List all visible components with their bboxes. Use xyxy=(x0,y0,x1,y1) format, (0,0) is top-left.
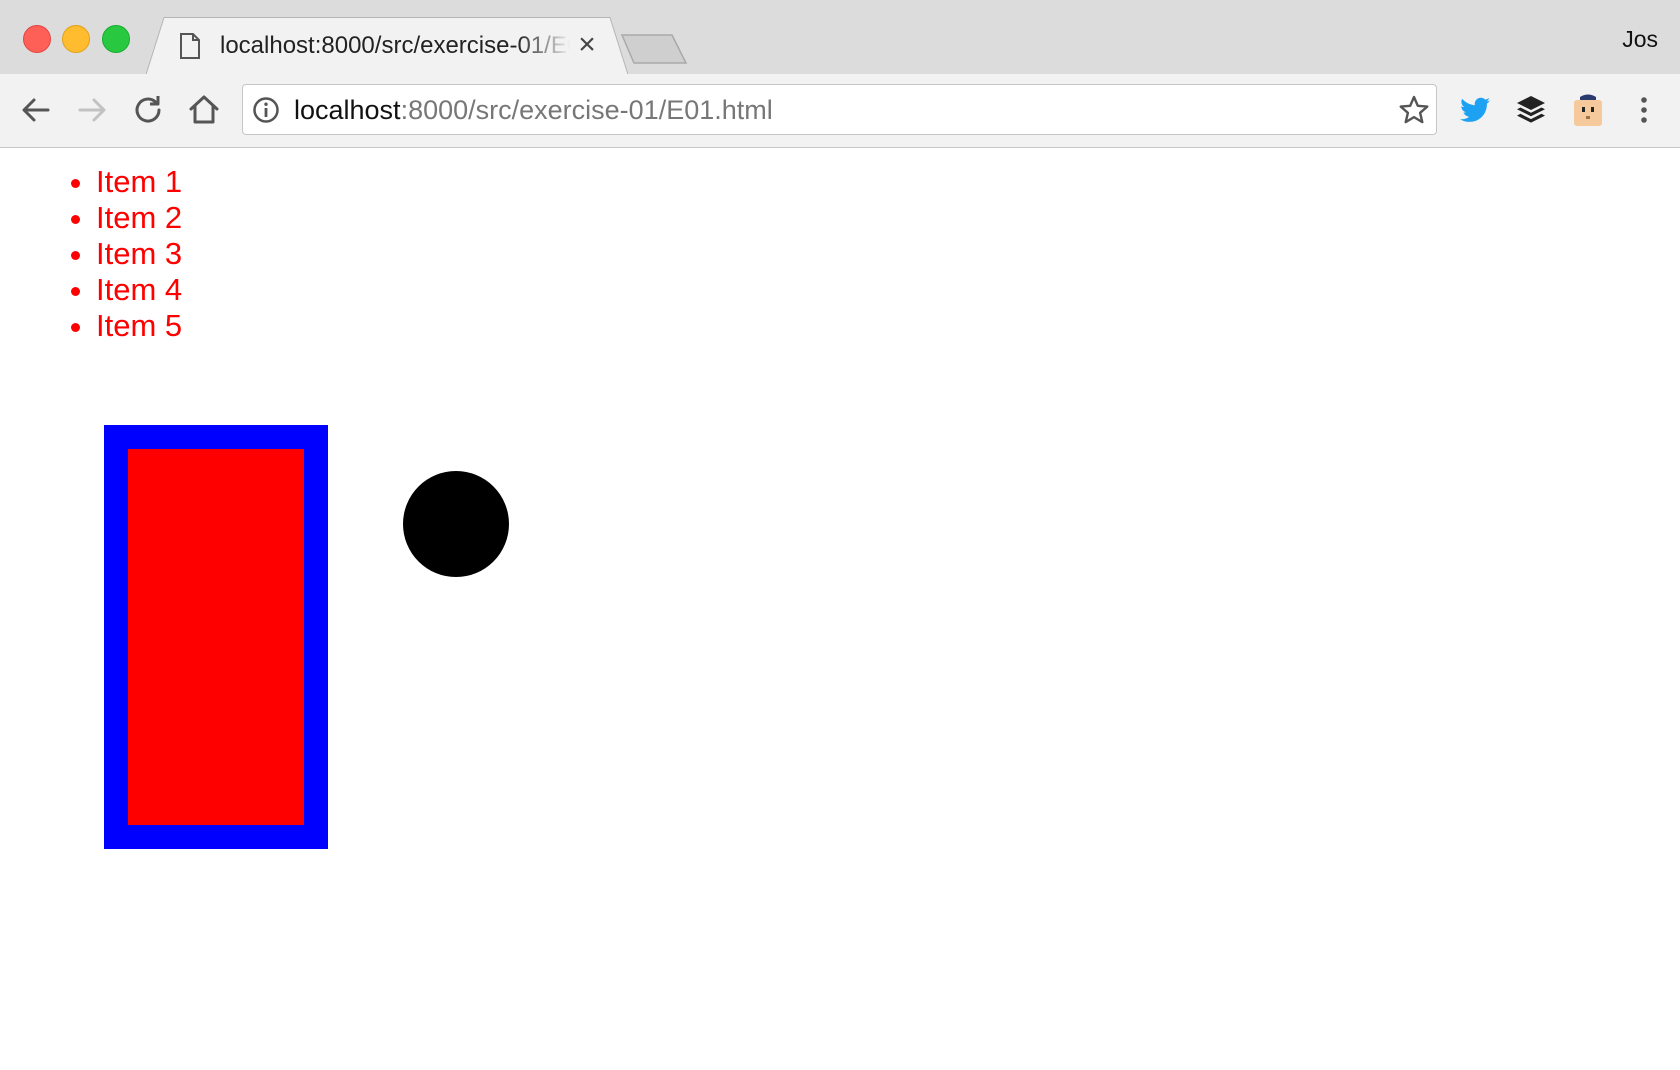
three-dots-icon[interactable] xyxy=(1626,92,1662,128)
tab-close-icon[interactable]: × xyxy=(574,30,600,60)
face-extension-icon[interactable] xyxy=(1570,92,1606,128)
twitter-icon[interactable] xyxy=(1457,92,1493,128)
arrow-left-icon[interactable] xyxy=(18,92,54,128)
black-circle xyxy=(403,471,509,577)
info-icon[interactable] xyxy=(252,96,280,124)
url-host: localhost xyxy=(294,95,401,125)
new-tab-button[interactable] xyxy=(620,33,690,65)
list-item: Item 3 xyxy=(96,236,182,272)
list-item: Item 4 xyxy=(96,272,182,308)
item-list: Item 1 Item 2 Item 3 Item 4 Item 5 xyxy=(0,164,182,344)
list-item: Item 2 xyxy=(96,200,182,236)
list-item: Item 5 xyxy=(96,308,182,344)
window-close-button[interactable] xyxy=(23,25,51,53)
page-content: Item 1 Item 2 Item 3 Item 4 Item 5 xyxy=(0,148,1680,1070)
tab-title: localhost:8000/src/exercise-01/E01.html xyxy=(220,32,570,59)
list-item: Item 1 xyxy=(96,164,182,200)
page-icon xyxy=(180,33,200,59)
star-icon[interactable] xyxy=(1398,94,1430,126)
buffer-layers-icon[interactable] xyxy=(1513,92,1549,128)
url-path: :8000/src/exercise-01/E01.html xyxy=(400,95,773,125)
arrow-right-icon[interactable] xyxy=(74,92,110,128)
window-maximize-button[interactable] xyxy=(102,25,130,53)
reload-icon[interactable] xyxy=(130,92,166,128)
blue-box xyxy=(104,425,328,849)
window-minimize-button[interactable] xyxy=(62,25,90,53)
home-icon[interactable] xyxy=(186,92,222,128)
url-text[interactable]: localhost:8000/src/exercise-01/E01.html xyxy=(294,93,773,127)
red-box xyxy=(128,449,304,825)
profile-name[interactable]: Jos xyxy=(1622,26,1658,53)
